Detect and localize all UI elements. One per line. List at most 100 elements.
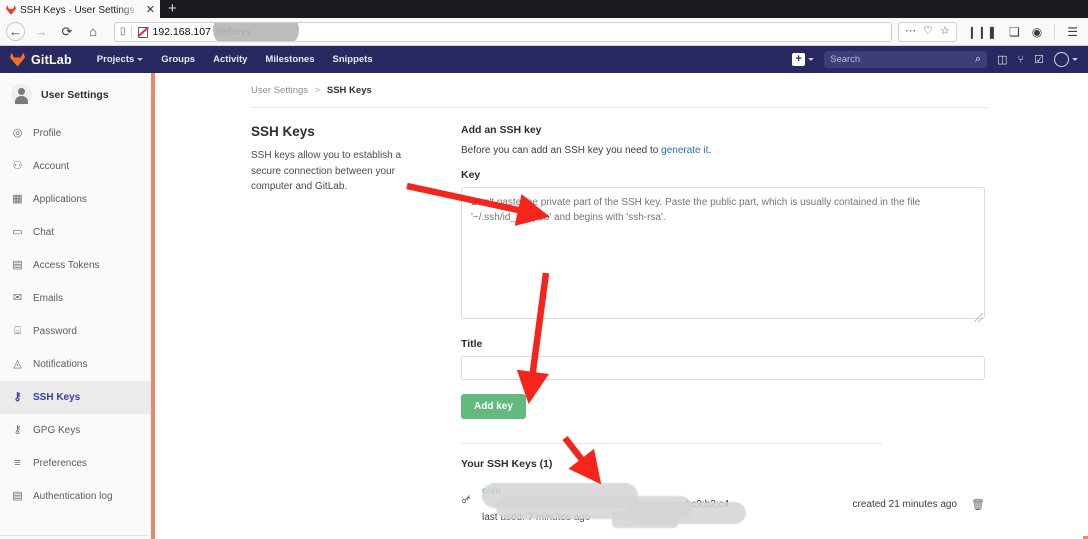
nav-item-snippets[interactable]: Snippets [324, 54, 382, 65]
forward-icon[interactable]: → [28, 21, 54, 43]
sidebar-item-label: SSH Keys [33, 392, 81, 403]
sidebar-item-notifications[interactable]: ◬ Notifications [0, 348, 151, 381]
browser-nav-bar: ← → ⟳ ⌂ ▯ 192.168.107 ile/keys ⋯ ♡ ☆ ❙❙❚… [0, 18, 1088, 46]
hamburger-menu-icon[interactable]: ☰ [1067, 26, 1078, 38]
gitlab-logo[interactable]: GitLab [10, 53, 72, 67]
nav-item-milestones[interactable]: Milestones [256, 54, 323, 65]
insecure-connection-icon [137, 26, 148, 38]
sidebar-item-label: Emails [33, 293, 64, 304]
sidebar-item-access-tokens[interactable]: ▤ Access Tokens [0, 249, 151, 282]
url-redaction-blob [213, 22, 299, 41]
more-actions-icon[interactable]: ⋯ [905, 26, 916, 37]
sliders-icon: ≡ [14, 457, 21, 469]
chevron-down-icon [137, 58, 144, 61]
new-tab-button[interactable]: + [160, 0, 185, 18]
breadcrumb-parent[interactable]: User Settings [251, 85, 308, 96]
trash-icon[interactable]: 🗑 [971, 498, 985, 511]
sidebar-toggle-icon[interactable]: ❑ [1009, 26, 1020, 38]
issues-icon[interactable]: ◫ [997, 53, 1007, 66]
sidebar-item-chat[interactable]: ▭ Chat [0, 216, 151, 249]
sidebar-header[interactable]: User Settings [0, 73, 151, 117]
tab-title: SSH Keys · User Settings [20, 4, 135, 16]
pocket-icon[interactable]: ♡ [923, 26, 933, 37]
generate-it-link[interactable]: generate it [661, 145, 708, 156]
nav-item-activity[interactable]: Activity [204, 54, 256, 65]
title-field-label: Title [461, 338, 483, 350]
page-description: SSH keys allow you to establish a secure… [251, 150, 402, 192]
merge-requests-icon[interactable]: ⑂ [1018, 54, 1025, 66]
key-details: com last used: 7 minutes ago cd:c9:b2:c4 [476, 483, 853, 528]
bookmark-star-icon[interactable]: ☆ [940, 26, 950, 37]
bell-icon: ◬ [13, 358, 22, 370]
form-heading: Add an SSH key [461, 124, 542, 136]
sidebar-item-authentication-log[interactable]: ▤ Authentication log [0, 480, 151, 513]
form-subtext-after: . [708, 145, 712, 156]
sidebar-item-label: Applications [33, 194, 87, 205]
user-settings-sidebar: User Settings ◎ Profile ⚇ Account ▦ Appl… [0, 73, 155, 539]
breadcrumb-separator: > [314, 85, 321, 96]
keys-section-heading: Your SSH Keys (1) [461, 458, 553, 470]
sidebar-item-ssh-keys[interactable]: ⚷ SSH Keys [0, 381, 151, 414]
account-icon[interactable]: ◉ [1032, 26, 1042, 38]
log-icon: ▤ [12, 490, 23, 502]
account-icon: ⚇ [12, 160, 23, 172]
sidebar-item-label: GPG Keys [33, 425, 81, 436]
back-icon[interactable]: ← [6, 22, 25, 41]
todos-icon[interactable]: ☑ [1034, 53, 1044, 66]
reload-icon[interactable]: ⟳ [54, 21, 80, 43]
form-subtext-before: Before you can add an SSH key you need t… [461, 145, 662, 156]
home-icon[interactable]: ⌂ [80, 21, 106, 43]
sidebar-item-account[interactable]: ⚇ Account [0, 150, 151, 183]
sidebar-item-emails[interactable]: ✉ Emails [0, 282, 151, 315]
settings-description-column: SSH Keys SSH keys allow you to establish… [251, 124, 461, 523]
new-item-dropdown[interactable]: + [792, 53, 815, 66]
search-placeholder: Search [830, 54, 861, 65]
sidebar-item-label: Password [33, 326, 77, 337]
lock-icon: ⌸ [14, 325, 21, 337]
sidebar-item-preferences[interactable]: ≡ Preferences [0, 447, 151, 480]
tab-strip: SSH Keys · User Settings ✕ + [0, 0, 1088, 18]
sidebar-item-label: Authentication log [33, 491, 113, 502]
redaction-blob [612, 511, 678, 528]
breadcrumb: User Settings > SSH Keys [155, 85, 1088, 107]
add-ssh-key-form: Add an SSH key Before you can add an SSH… [458, 124, 1088, 528]
search-input[interactable]: Search ⌕ [824, 51, 988, 68]
sidebar-item-label: Notifications [33, 359, 88, 370]
page-title: SSH Keys [251, 124, 315, 139]
sidebar-item-gpg-keys[interactable]: ⚷ GPG Keys [0, 414, 151, 447]
profile-icon: ◎ [12, 127, 23, 139]
url-text: 192.168.107 [152, 25, 211, 38]
sidebar-item-password[interactable]: ⌸ Password [0, 315, 151, 348]
browser-chrome: SSH Keys · User Settings ✕ + ← → ⟳ ⌂ ▯ 1… [0, 0, 1088, 46]
keys-section-divider [461, 443, 882, 444]
browser-toolbar-right: ❙❙❚ ❑ ◉ ☰ [967, 23, 1082, 40]
sidebar-item-label: Access Tokens [33, 260, 100, 271]
collapse-sidebar-button[interactable]: « Collapse sidebar [0, 535, 147, 539]
key-input[interactable] [461, 187, 985, 319]
key-field-wrapper [461, 187, 985, 324]
avatar [1054, 52, 1069, 67]
close-icon[interactable]: ✕ [146, 4, 155, 16]
gitlab-brand-text: GitLab [31, 52, 72, 67]
table-row: ⚷ com last used: 7 minutes ago cd:c9:b2:… [458, 483, 985, 528]
avatar [11, 84, 32, 105]
sidebar-item-profile[interactable]: ◎ Profile [0, 117, 151, 150]
nav-item-groups[interactable]: Groups [152, 54, 204, 65]
address-bar-actions: ⋯ ♡ ☆ [898, 21, 957, 42]
library-icon[interactable]: ❙❙❚ [967, 26, 997, 38]
user-menu[interactable] [1054, 52, 1078, 67]
main-content: User Settings > SSH Keys SSH Keys SSH ke… [155, 73, 1088, 539]
nav-item-projects-label: Projects [96, 54, 135, 65]
sidebar-title: User Settings [41, 88, 109, 101]
page-body: User Settings ◎ Profile ⚇ Account ▦ Appl… [0, 73, 1088, 539]
nav-item-projects[interactable]: Projects [88, 54, 153, 65]
add-key-button[interactable]: Add key [461, 394, 526, 419]
browser-tab[interactable]: SSH Keys · User Settings ✕ [0, 0, 160, 18]
address-bar[interactable]: ▯ 192.168.107 ile/keys [114, 21, 893, 42]
key-icon: ⚷ [13, 391, 22, 403]
title-input[interactable] [461, 356, 985, 380]
key-field-label: Key [461, 169, 481, 181]
gitlab-fox-icon [6, 5, 16, 15]
sidebar-item-applications[interactable]: ▦ Applications [0, 183, 151, 216]
form-subtext: Before you can add an SSH key you need t… [461, 145, 985, 156]
